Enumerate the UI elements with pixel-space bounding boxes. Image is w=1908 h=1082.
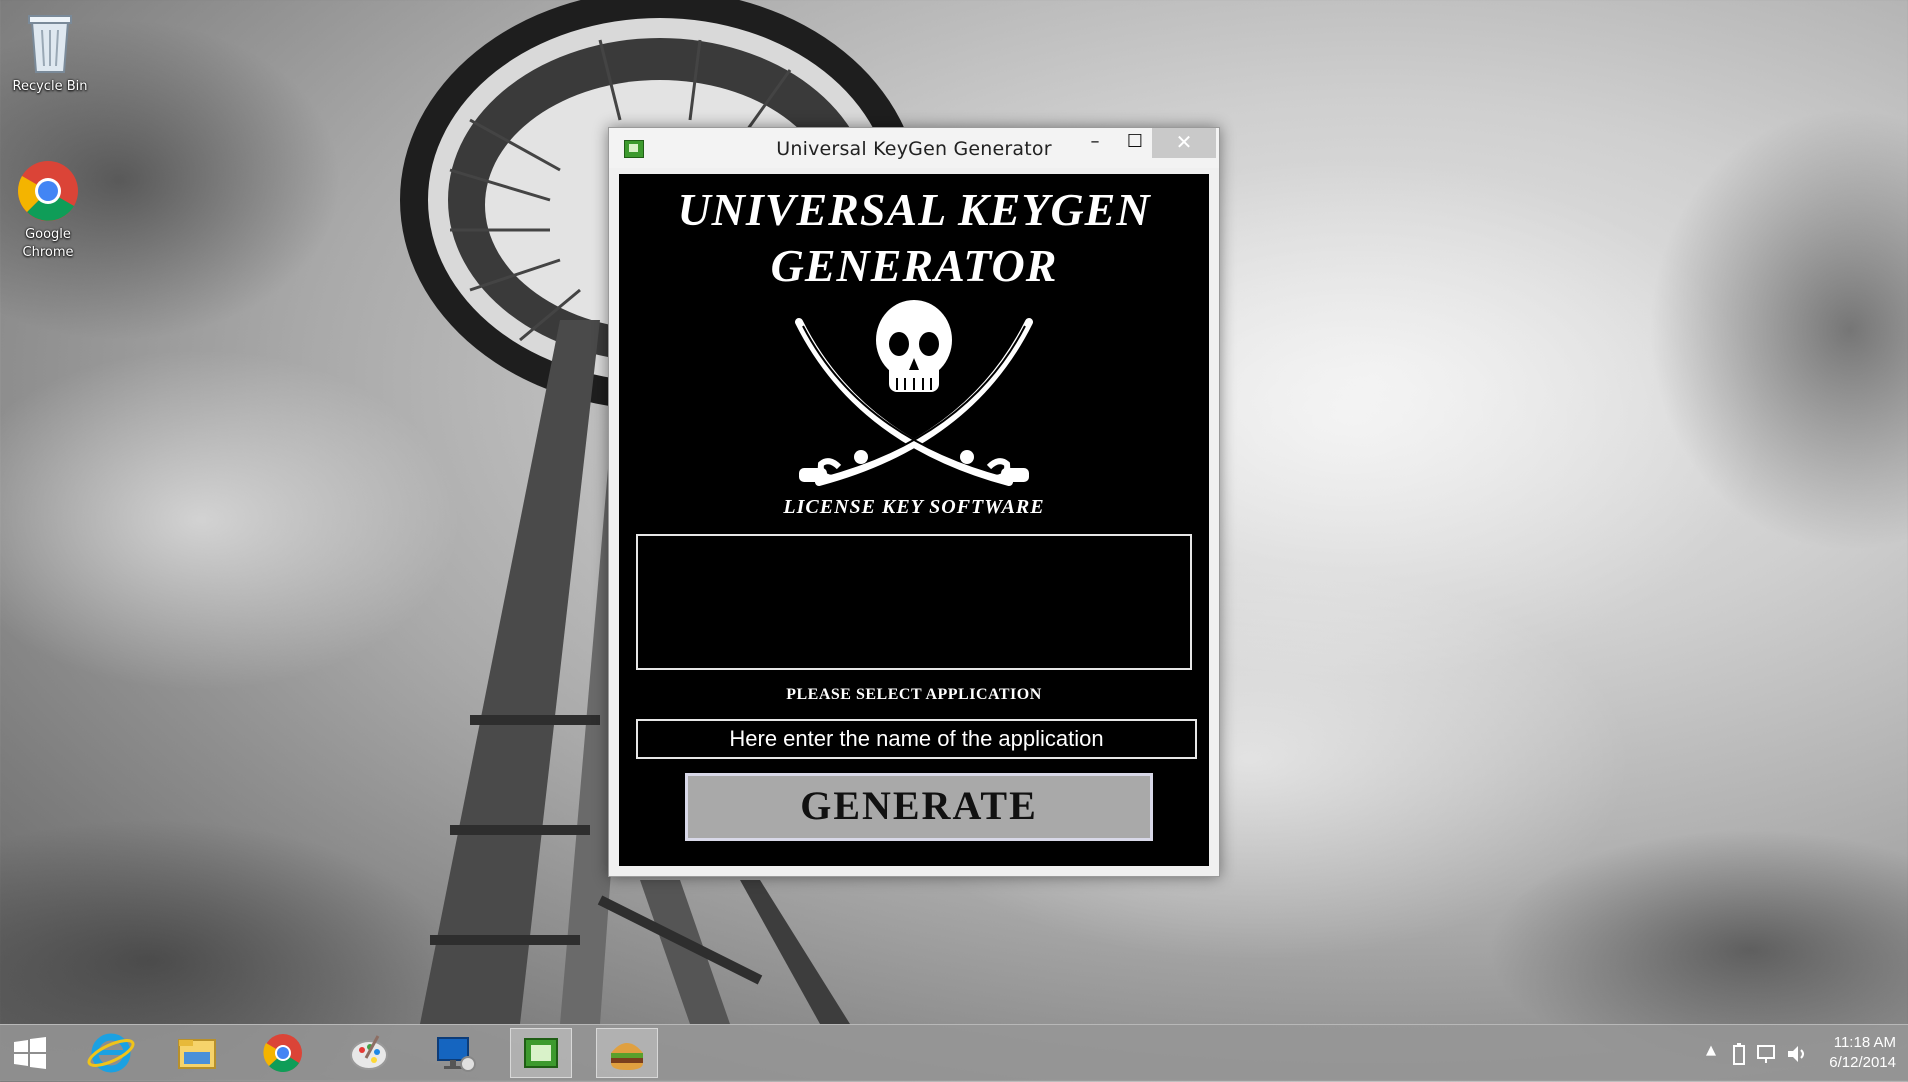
generate-button[interactable]: GENERATE [685, 773, 1153, 841]
window-client-area: UNIVERSAL KEYGEN GENERATOR LICENSE KEY S… [619, 174, 1209, 866]
system-tray: ▲ 11:18 AM 6/12/2014 [1648, 1025, 1908, 1081]
desktop-icon-google-chrome[interactable]: Google Chrome [0, 160, 96, 262]
keygen-app-icon [524, 1038, 558, 1068]
select-application-label: PLEASE SELECT APPLICATION [786, 686, 1042, 703]
remote-desktop-icon [437, 1037, 476, 1072]
network-icon[interactable] [1756, 1043, 1778, 1065]
chrome-icon [263, 1034, 302, 1072]
taskbar-burger-app[interactable] [596, 1028, 658, 1078]
taskbar-internet-explorer[interactable] [80, 1028, 142, 1078]
volume-icon[interactable] [1786, 1043, 1808, 1065]
skull-crossed-swords-logo [795, 300, 1033, 486]
desktop-icon-label: Google Chrome [22, 227, 74, 260]
window-titlebar[interactable]: Universal KeyGen Generator – ☐ ✕ [609, 128, 1219, 168]
clock-date: 6/12/2014 [1829, 1054, 1896, 1071]
file-explorer-icon [178, 1039, 216, 1069]
burger-app-icon [611, 1043, 643, 1070]
taskbar: ▲ 11:18 AM 6/12/2014 [0, 1024, 1908, 1081]
desktop-icon-label: Recycle Bin [12, 79, 88, 94]
keygen-window: Universal KeyGen Generator – ☐ ✕ UNIVERS… [608, 127, 1220, 877]
app-heading: UNIVERSAL KEYGEN GENERATOR [619, 182, 1209, 294]
subtitle: LICENSE KEY SOFTWARE [783, 496, 1045, 518]
application-name-input[interactable]: Here enter the name of the application [636, 719, 1197, 759]
recycle-bin-icon [28, 15, 72, 73]
taskbar-keygen[interactable] [510, 1028, 572, 1078]
close-button[interactable]: ✕ [1152, 128, 1216, 158]
start-icon [14, 1037, 46, 1069]
taskbar-file-explorer[interactable] [166, 1028, 228, 1078]
taskbar-paint[interactable] [338, 1028, 400, 1078]
battery-icon[interactable] [1732, 1043, 1746, 1065]
internet-explorer-icon [87, 1033, 135, 1073]
clock-time: 11:18 AM [1833, 1034, 1896, 1051]
maximize-button[interactable]: ☐ [1114, 128, 1156, 158]
chrome-icon [17, 161, 78, 221]
start-button[interactable] [0, 1028, 62, 1078]
taskbar-remote-desktop[interactable] [424, 1028, 486, 1078]
minimize-button[interactable]: – [1074, 128, 1116, 158]
heading-line-2: GENERATOR [770, 240, 1058, 291]
desktop-icon-recycle-bin[interactable]: Recycle Bin [0, 8, 100, 96]
taskbar-chrome[interactable] [252, 1028, 314, 1078]
paint-icon [350, 1035, 388, 1070]
taskbar-clock[interactable]: 11:18 AM 6/12/2014 [1829, 1033, 1896, 1073]
heading-line-1: UNIVERSAL KEYGEN [677, 184, 1151, 235]
show-hidden-icon[interactable]: ▲ [1706, 1043, 1716, 1058]
license-key-output[interactable] [636, 534, 1192, 670]
